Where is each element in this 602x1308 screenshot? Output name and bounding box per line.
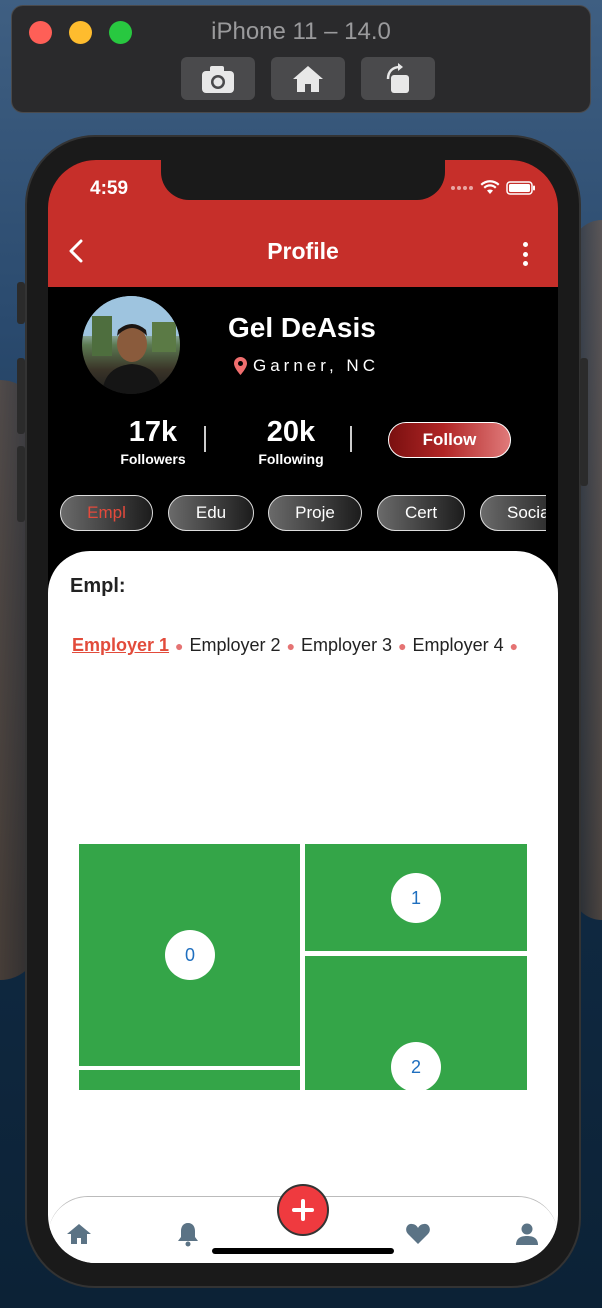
- home-button[interactable]: [271, 57, 345, 100]
- battery-icon: [506, 180, 535, 195]
- screenshot-button[interactable]: [181, 57, 255, 100]
- map-pin-icon: [234, 357, 247, 375]
- page-title: Profile: [267, 238, 339, 264]
- volume-up-button: [17, 358, 25, 434]
- home-icon: [293, 65, 323, 92]
- chip-social[interactable]: Socia: [480, 495, 546, 531]
- nav-home[interactable]: [65, 1220, 93, 1248]
- chip-employment[interactable]: Empl: [60, 495, 153, 531]
- simulator-window: iPhone 11 – 14.0: [11, 5, 591, 113]
- wifi-icon: [480, 180, 500, 194]
- followers-stat[interactable]: 17k Followers: [93, 417, 213, 467]
- add-icon: [292, 1199, 314, 1221]
- home-icon: [67, 1224, 91, 1244]
- nav-profile[interactable]: [513, 1220, 541, 1248]
- followers-label: Followers: [120, 451, 186, 467]
- rotate-icon: [386, 62, 409, 93]
- mute-switch: [17, 282, 25, 324]
- nav-favorites[interactable]: [404, 1220, 432, 1248]
- content-card: Empl: Employer 1 ● Employer 2 ● Employer…: [48, 551, 558, 1263]
- user-name: Gel DeAsis: [228, 312, 376, 343]
- chip-projects[interactable]: Proje: [268, 495, 362, 531]
- separator-dot: ●: [286, 637, 296, 654]
- separator-dot: ●: [509, 637, 519, 654]
- user-location: Garner, NC: [234, 356, 379, 376]
- followers-count: 17k: [128, 416, 178, 448]
- following-label: Following: [258, 451, 324, 467]
- employer-tab-1[interactable]: Employer 1: [72, 635, 169, 656]
- tile-0[interactable]: 0: [79, 844, 300, 1066]
- rotate-button[interactable]: [361, 57, 435, 100]
- following-count: 20k: [266, 416, 316, 448]
- employer-tab-3[interactable]: Employer 3: [301, 635, 392, 656]
- add-fab-button[interactable]: [277, 1184, 329, 1236]
- camera-icon: [202, 65, 234, 93]
- home-indicator: [212, 1248, 394, 1254]
- chip-certifications[interactable]: Cert: [377, 495, 465, 531]
- follow-button[interactable]: Follow: [388, 422, 511, 458]
- avatar-photo: [82, 296, 180, 394]
- person-icon: [516, 1223, 538, 1245]
- following-stat[interactable]: 20k Following: [231, 417, 351, 467]
- chip-education[interactable]: Edu: [168, 495, 254, 531]
- category-chips: Empl Edu Proje Cert Socia: [60, 495, 546, 531]
- volume-down-button: [17, 446, 25, 522]
- signal-icon: [451, 185, 473, 190]
- more-vertical-icon[interactable]: [522, 242, 528, 266]
- simulator-title: iPhone 11 – 14.0: [211, 18, 391, 45]
- stats-divider: [204, 426, 206, 452]
- status-time: 4:59: [90, 178, 129, 199]
- tile-3[interactable]: [79, 1070, 300, 1090]
- tile-number: 2: [391, 1042, 441, 1090]
- section-title: Empl:: [70, 575, 126, 597]
- nav-notifications[interactable]: [174, 1220, 202, 1248]
- stats-divider: [350, 426, 352, 452]
- employer-tab-4[interactable]: Employer 4: [413, 635, 504, 656]
- separator-dot: ●: [398, 637, 407, 654]
- power-button: [580, 358, 588, 486]
- employer-tab-2[interactable]: Employer 2: [190, 635, 281, 656]
- notch: [161, 160, 445, 200]
- employer-tabs: Employer 1 ● Employer 2 ● Employer 3 ● E…: [72, 635, 524, 656]
- heart-icon: [406, 1223, 430, 1244]
- tile-number: 0: [165, 930, 215, 980]
- phone-screen: 4:59 Profile Gel DeAsis Garner, NC 17k F…: [48, 160, 558, 1263]
- tile-number: 1: [391, 873, 441, 923]
- tile-1[interactable]: 1: [305, 844, 527, 951]
- location-text: Garner, NC: [253, 356, 379, 375]
- bell-icon: [178, 1223, 198, 1247]
- separator-dot: ●: [175, 637, 184, 654]
- tile-2[interactable]: 2: [305, 956, 527, 1090]
- avatar[interactable]: [82, 296, 180, 394]
- status-icons: [450, 180, 536, 195]
